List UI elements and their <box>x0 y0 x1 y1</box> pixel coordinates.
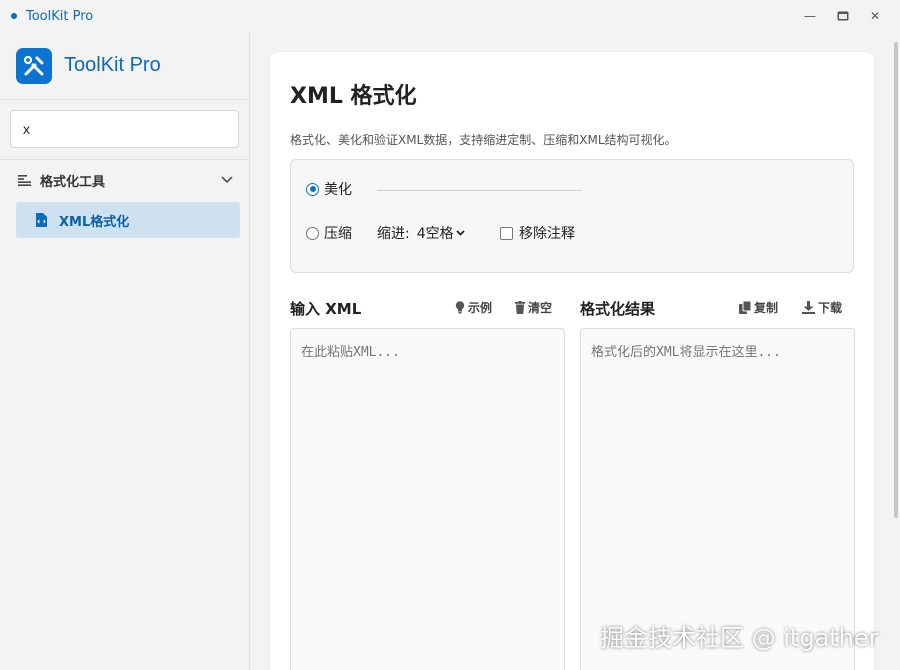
indent-select[interactable]: 4空格 <box>417 223 465 243</box>
maximize-button[interactable] <box>826 0 860 32</box>
beautify-label: 美化 <box>324 182 352 198</box>
title-bar: ToolKit Pro — ✕ <box>0 0 900 32</box>
search-input[interactable] <box>10 110 239 148</box>
example-button[interactable]: 示例 <box>455 299 492 316</box>
brand: ToolKit Pro <box>0 32 249 100</box>
options-divider <box>377 190 582 191</box>
lightbulb-icon <box>455 301 465 314</box>
search-area <box>0 100 249 160</box>
indent-control: 缩进: 4空格 <box>377 223 465 243</box>
download-button[interactable]: 下载 <box>802 299 842 316</box>
clear-button[interactable]: 清空 <box>515 299 552 316</box>
main-card: XML 格式化 格式化、美化和验证XML数据，支持缩进定制、压缩和XML结构可视… <box>270 52 874 670</box>
window-title: ToolKit Pro <box>26 8 94 24</box>
maximize-icon <box>837 11 849 21</box>
xml-input-textarea[interactable] <box>290 328 565 670</box>
minimize-button[interactable]: — <box>793 0 827 32</box>
nav-group-label: 格式化工具 <box>40 174 106 190</box>
code-file-icon <box>36 213 47 227</box>
options-panel: 美化 压缩 缩进: 4空格 移除注释 <box>290 159 854 273</box>
chevron-down-icon[interactable] <box>221 176 233 184</box>
indent-label: 缩进: <box>377 226 410 242</box>
download-icon <box>802 301 815 314</box>
radio-unselected-indicator <box>306 226 319 240</box>
radio-selected-indicator <box>306 182 319 196</box>
page-description: 格式化、美化和验证XML数据，支持缩进定制、压缩和XML结构可视化。 <box>290 133 677 147</box>
toolkit-logo-icon <box>16 47 52 84</box>
indent-select-value: 4空格 <box>416 226 454 242</box>
sidebar: ToolKit Pro 格式化工具 XML格式化 <box>0 32 250 670</box>
input-heading: 输入 XML <box>290 300 362 318</box>
brand-name: ToolKit Pro <box>64 54 161 76</box>
output-heading: 格式化结果 <box>580 300 656 318</box>
compress-radio[interactable]: 压缩 <box>306 223 352 243</box>
checkbox-box <box>500 226 513 240</box>
page-title: XML 格式化 <box>290 84 417 109</box>
download-label: 下载 <box>818 301 843 315</box>
example-label: 示例 <box>468 301 493 315</box>
copy-button[interactable]: 复制 <box>739 299 778 316</box>
app-dot-icon <box>11 13 17 19</box>
list-icon <box>18 174 31 186</box>
trash-icon <box>515 301 525 314</box>
close-button[interactable]: ✕ <box>858 0 892 32</box>
beautify-radio[interactable]: 美化 <box>306 179 352 199</box>
copy-icon <box>739 301 751 314</box>
remove-comments-checkbox[interactable]: 移除注释 <box>500 223 575 243</box>
sidebar-item-xml-formatter[interactable]: XML格式化 <box>16 202 240 238</box>
compress-label: 压缩 <box>324 226 352 242</box>
nav-group-formatting[interactable]: 格式化工具 <box>0 160 249 200</box>
clear-label: 清空 <box>528 301 553 315</box>
copy-label: 复制 <box>754 301 779 315</box>
remove-comments-label: 移除注释 <box>519 226 575 242</box>
page-scrollbar-thumb[interactable] <box>894 42 898 518</box>
watermark: 掘金技术社区 @ itgather <box>600 624 879 652</box>
chevron-down-icon <box>456 230 465 236</box>
sidebar-item-label: XML格式化 <box>59 214 130 230</box>
